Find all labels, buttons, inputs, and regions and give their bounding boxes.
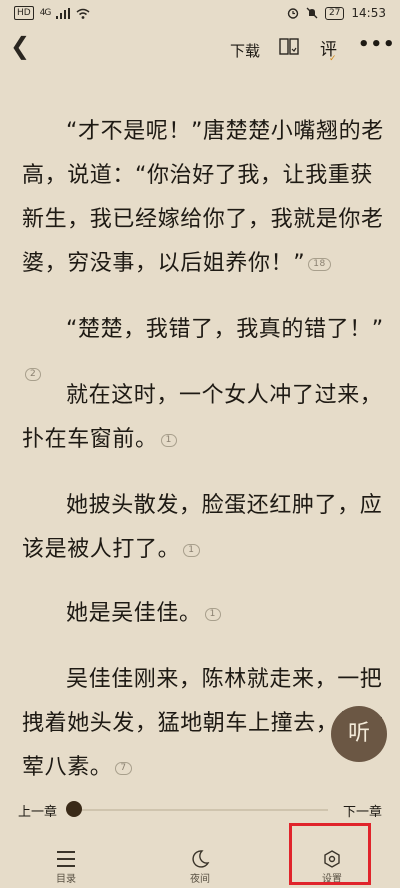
paragraph: “才不是呢！”唐楚楚小嘴翘的老高，说道：“你治好了我，让我重获新生，我已经嫁给你… (22, 110, 384, 286)
chapter-navigation: 上一章 下一章 (0, 795, 400, 823)
listen-button[interactable]: 听 (331, 706, 387, 762)
paragraph-text: 吴佳佳刚来，陈林就走来，一把拽着她头发，猛地朝车上撞去，她七荤八素。 (22, 667, 384, 778)
alarm-icon (287, 8, 299, 19)
status-bar: HD 4G 27 14:53 (0, 0, 400, 28)
mute-icon (306, 7, 318, 19)
wifi-icon (76, 8, 90, 19)
comment-count-badge[interactable]: 1 (204, 607, 221, 621)
clock: 14:53 (351, 6, 386, 20)
comment-count-badge[interactable]: 1 (160, 433, 177, 447)
reading-content: ​ “才不是呢！”唐楚楚小嘴翘的老高，说道：“你治好了我，让我重获新生，我已经嫁… (0, 40, 400, 778)
moon-icon (192, 850, 210, 868)
paragraph-text: “楚楚，我错了，我真的错了！” (66, 317, 384, 342)
chapter-progress-handle[interactable] (66, 801, 82, 817)
comment-count-badge[interactable]: 1 (183, 543, 200, 557)
next-chapter-button[interactable]: 下一章 (343, 801, 382, 820)
reader-toolbar: ❮ 下载 评 ✓ ••• (0, 28, 400, 68)
menu-icon (57, 851, 75, 867)
nav-item-night-mode[interactable]: 夜间 (160, 826, 240, 888)
settings-highlight-box (289, 823, 371, 885)
comment-count-badge[interactable]: 18 (308, 257, 331, 271)
nav-label: 目录 (56, 874, 76, 885)
paragraph-text: “才不是呢！”唐楚楚小嘴翘的老高，说道：“你治好了我，让我重获新生，我已经嫁给你… (22, 119, 384, 276)
nav-item-catalog[interactable]: 目录 (26, 826, 106, 888)
paragraph-text: 她披头散发，脸蛋还红肿了，应该是被人打了。 (22, 493, 383, 562)
paragraph: 她披头散发，脸蛋还红肿了，应该是被人打了。 1 (22, 484, 384, 572)
previous-chapter-button[interactable]: 上一章 (18, 801, 57, 820)
paragraph: 吴佳佳刚来，陈林就走来，一把拽着她头发，猛地朝车上撞去，她七荤八素。 7 (22, 658, 384, 778)
paragraph-text: 她是吴佳佳。 (66, 601, 202, 626)
paragraph-text: 就在这时，一个女人冲了过来，扑在车窗前。 (22, 383, 383, 452)
chapter-progress-track[interactable] (72, 809, 328, 811)
paragraph: 就在这时，一个女人冲了过来，扑在车窗前。 1 (22, 374, 384, 462)
back-icon[interactable]: ❮ (10, 34, 30, 58)
nav-label: 夜间 (190, 874, 210, 885)
battery-icon: 27 (324, 6, 345, 20)
cellular-signal-icon (56, 7, 71, 19)
comment-count-badge[interactable]: 7 (115, 761, 132, 775)
more-icon[interactable]: ••• (358, 34, 396, 55)
hd-badge: HD (14, 6, 34, 20)
check-icon: ✓ (329, 54, 337, 64)
paragraph: 她是吴佳佳。 1 (22, 592, 384, 636)
bookshelf-icon[interactable] (278, 37, 300, 57)
download-button[interactable]: 下载 (230, 40, 260, 61)
network-type: 4G (39, 8, 52, 18)
